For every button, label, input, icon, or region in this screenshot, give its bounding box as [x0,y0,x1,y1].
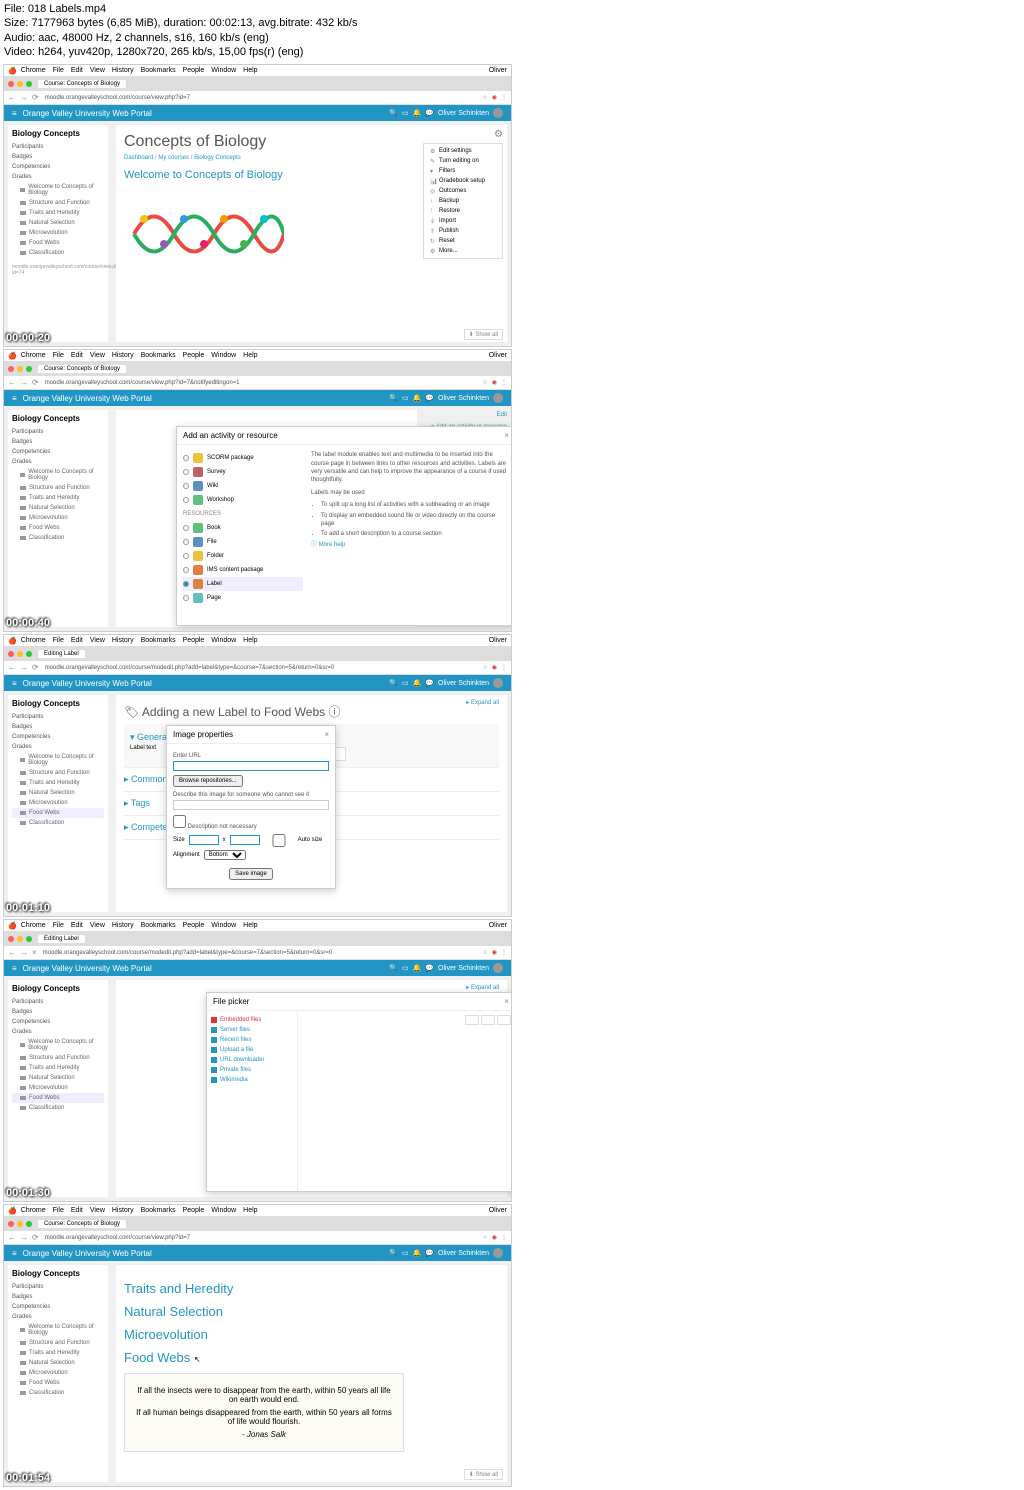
audio-value: aac, 48000 Hz, 2 channels, s16, 160 kb/s… [38,32,269,44]
thumbnail-4: 🍎Chrome File Edit View History Bookmarks… [3,919,512,1202]
portal-user[interactable]: Oliver Schinkten [438,110,489,117]
section-food-webs[interactable]: Food Webs ↖ [124,1350,499,1365]
minimize-icon[interactable] [17,81,23,87]
section-traits[interactable]: Traits and Heredity [124,1281,499,1296]
hamburger-icon[interactable]: ≡ [12,109,17,118]
gear-icon[interactable]: ⚙ [494,129,503,140]
section-natural-selection[interactable]: Natural Selection [124,1304,499,1319]
timecode: 00:00:20 [6,332,50,344]
mac-menubar: 🍎 Chrome File Edit View History Bookmark… [4,65,511,77]
add-activity-modal: Add an activity or resource× SCORM packa… [176,426,512,626]
section-microevolution[interactable]: Microevolution [124,1327,499,1342]
reload-icon[interactable]: ⟳ [32,93,39,102]
course-sidebar: Biology Concepts Participants Badges Com… [8,125,108,342]
thumbnail-2: 🍎Chrome File Edit View History Bookmarks… [3,349,512,632]
back-icon[interactable]: ← [8,93,16,102]
view-list-icon[interactable] [481,1015,495,1025]
forward-icon[interactable]: → [20,93,28,102]
close-icon[interactable]: × [504,431,509,440]
file-picker-modal: File picker× Embedded files Server files… [206,992,512,1192]
mac-user[interactable]: Oliver [489,67,507,74]
image-properties-modal: Image properties× Enter URL Browse repos… [166,725,336,889]
apple-icon[interactable]: 🍎 [8,67,17,75]
thumbnail-1: 🍎 Chrome File Edit View History Bookmark… [3,64,512,347]
maximize-icon[interactable] [26,81,32,87]
save-image-button[interactable]: Save image [229,868,273,880]
video-value: h264, yuv420p, 1280x720, 265 kb/s, 15,00… [38,46,303,58]
size-label: Size: [4,17,28,29]
show-all-toggle[interactable]: ⬇ Show all [464,329,503,340]
avatar[interactable] [493,108,503,118]
label-quote: If all the insects were to disappear fro… [124,1373,404,1452]
menu-icon[interactable]: ⋮ [501,94,507,101]
extension-icon[interactable]: ◉ [492,94,497,101]
url-bar[interactable]: moodle.orangevalleyschool.com/course/vie… [45,95,483,101]
status-url: moodle.orangevalleyschool.com/course/vie… [12,264,104,276]
view-grid-icon[interactable] [465,1015,479,1025]
description-input[interactable] [173,800,329,810]
close-icon[interactable] [8,81,14,87]
thumbnail-3: 🍎Chrome File Edit View History Bookmarks… [3,634,512,917]
thumbnail-5: 🍎Chrome File Edit View History Bookmarks… [3,1204,512,1487]
view-tree-icon[interactable] [497,1015,511,1025]
gear-menu: ⚙Edit settings ✎Turn editing on ▾Filters… [423,143,503,259]
browse-button[interactable]: Browse repositories... [173,775,243,787]
url-input[interactable] [173,761,329,771]
file-label: File: [4,3,25,15]
alignment-select[interactable]: Bottom [204,850,246,860]
video-label: Video: [4,46,35,58]
audio-label: Audio: [4,32,35,44]
browser-tab[interactable]: Course: Concepts of Biology [38,80,126,88]
expand-all-link[interactable]: ▸ Expand all [466,699,499,706]
size-value: 7177963 bytes (6,85 MiB), duration: 00:0… [32,17,358,29]
file-name: 018 Labels.mp4 [28,3,106,15]
dna-image [124,189,284,279]
chrome-menu[interactable]: Chrome [21,67,46,74]
portal-title[interactable]: Orange Valley University Web Portal [23,109,152,118]
star-icon[interactable]: ☆ [482,94,487,101]
modal-title: Add an activity or resource [183,431,278,440]
